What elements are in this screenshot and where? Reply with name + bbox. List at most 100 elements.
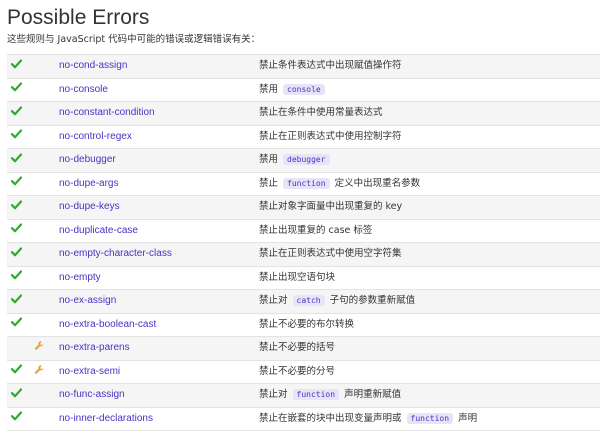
fixable-cell xyxy=(31,265,59,290)
fixable-cell xyxy=(31,148,59,172)
check-icon xyxy=(10,317,23,332)
rule-description-cell: 禁止不必要的分号 xyxy=(259,359,600,384)
rule-link[interactable]: no-inner-declarations xyxy=(59,413,153,424)
table-row: no-ex-assign 禁止对 catch 子句的参数重新赋值 xyxy=(7,289,600,313)
rule-description-text: 禁止在正则表达式中使用空字符集 xyxy=(259,248,402,260)
fixable-cell xyxy=(31,124,59,149)
fixable-cell xyxy=(31,336,59,360)
rule-description-cell: 禁止在正则表达式中使用控制字符 xyxy=(259,124,600,149)
fixable-cell xyxy=(31,383,59,407)
recommended-cell xyxy=(7,406,31,431)
rule-link[interactable]: no-extra-boolean-cast xyxy=(59,319,156,330)
rule-link[interactable]: no-cond-assign xyxy=(59,60,127,71)
table-row: no-inner-declarations 禁止在嵌套的块中出现变量声明或 fun… xyxy=(7,406,600,431)
check-icon xyxy=(10,106,23,121)
table-row: no-dupe-args 禁止 function 定义中出现重名参数 xyxy=(7,171,600,196)
check-icon xyxy=(10,176,23,191)
check-icon xyxy=(10,153,23,168)
recommended-cell xyxy=(7,242,31,266)
rule-description-text: 禁止不必要的分号 xyxy=(259,365,336,377)
rule-description-text: 禁止在嵌套的块中出现变量声明或 xyxy=(259,412,405,424)
table-row: no-dupe-keys 禁止对象字面量中出现重复的 key xyxy=(7,195,600,219)
rule-description-cell: 禁止 function 定义中出现重名参数 xyxy=(259,171,600,196)
table-row: no-extra-parens 禁止不必要的括号 xyxy=(7,336,600,360)
recommended-cell xyxy=(7,195,31,219)
table-row: no-empty 禁止出现空语句块 xyxy=(7,265,600,290)
rule-name-cell: no-extra-parens xyxy=(59,336,259,360)
rule-name-cell: no-ex-assign xyxy=(59,289,259,313)
fixable-cell xyxy=(31,406,59,431)
rule-name-cell: no-inner-declarations xyxy=(59,406,259,431)
rule-link[interactable]: no-console xyxy=(59,84,108,95)
recommended-cell xyxy=(7,383,31,407)
page-title: Possible Errors xyxy=(7,6,150,29)
rule-link[interactable]: no-debugger xyxy=(59,154,116,165)
rule-description-text: 禁止对 xyxy=(259,389,291,401)
rule-link[interactable]: no-extra-parens xyxy=(59,342,130,353)
rule-name-cell: no-cond-assign xyxy=(59,54,259,78)
rule-description-text: 禁止不必要的布尔转换 xyxy=(259,318,355,330)
check-icon xyxy=(10,270,23,285)
check-icon xyxy=(10,388,23,403)
rule-link[interactable]: no-duplicate-case xyxy=(59,225,138,236)
table-row: no-cond-assign 禁止条件表达式中出现赋值操作符 xyxy=(7,54,600,78)
check-icon xyxy=(10,411,23,426)
rule-description-text: 禁止在正则表达式中使用控制字符 xyxy=(259,130,402,142)
check-icon xyxy=(10,200,23,215)
page: Possible Errors 这些规则与 JavaScript 代码中可能的错… xyxy=(0,0,600,431)
table-row: no-control-regex 禁止在正则表达式中使用控制字符 xyxy=(7,124,600,149)
rule-link[interactable]: no-func-assign xyxy=(59,389,125,400)
rule-description-cell: 禁止出现重复的 case 标签 xyxy=(259,218,600,243)
rule-description-cell: 禁止条件表达式中出现赋值操作符 xyxy=(259,54,600,78)
rule-name-cell: no-constant-condition xyxy=(59,101,259,125)
rule-description-cell: 禁止对 function 声明重新赋值 xyxy=(259,383,600,407)
check-icon xyxy=(10,223,23,238)
fixable-cell xyxy=(31,54,59,78)
check-icon xyxy=(10,294,23,309)
check-icon xyxy=(10,364,23,379)
rule-description-cell: 禁止在嵌套的块中出现变量声明或 function 声明 xyxy=(259,406,600,431)
rule-name-cell: no-extra-semi xyxy=(59,359,259,384)
table-row: no-extra-boolean-cast 禁止不必要的布尔转换 xyxy=(7,312,600,337)
wrench-icon xyxy=(34,340,45,356)
table-row: no-func-assign 禁止对 function 声明重新赋值 xyxy=(7,383,600,407)
rule-link[interactable]: no-control-regex xyxy=(59,131,132,142)
rule-name-cell: no-dupe-keys xyxy=(59,195,259,219)
table-row: no-debugger 禁用 debugger xyxy=(7,148,600,172)
rule-link[interactable]: no-ex-assign xyxy=(59,295,116,306)
inline-code: function xyxy=(406,412,454,424)
recommended-cell xyxy=(7,289,31,313)
rule-description-cell: 禁止对象字面量中出现重复的 key xyxy=(259,195,600,219)
rule-description-cell: 禁止不必要的括号 xyxy=(259,336,600,360)
check-icon xyxy=(10,82,23,97)
rule-description-text: 禁止在条件中使用常量表达式 xyxy=(259,107,383,119)
rule-link[interactable]: no-empty-character-class xyxy=(59,248,172,259)
rule-description-text: 禁止出现重复的 case 标签 xyxy=(259,224,373,236)
check-icon xyxy=(10,129,23,144)
rule-description-cell: 禁止不必要的布尔转换 xyxy=(259,312,600,337)
rule-name-cell: no-dupe-args xyxy=(59,171,259,196)
rule-name-cell: no-control-regex xyxy=(59,124,259,149)
rule-description-text: 定义中出现重名参数 xyxy=(331,177,421,189)
rule-description-text: 禁止出现空语句块 xyxy=(259,271,336,283)
rule-link[interactable]: no-extra-semi xyxy=(59,366,120,377)
rule-description-text: 禁用 xyxy=(259,154,282,166)
rule-link[interactable]: no-dupe-keys xyxy=(59,201,120,212)
recommended-cell xyxy=(7,359,31,384)
fixable-cell xyxy=(31,218,59,243)
rule-link[interactable]: no-empty xyxy=(59,272,101,283)
rule-link[interactable]: no-constant-condition xyxy=(59,107,155,118)
rule-description-cell: 禁止在条件中使用常量表达式 xyxy=(259,101,600,125)
rule-link[interactable]: no-dupe-args xyxy=(59,178,118,189)
fixable-cell xyxy=(31,289,59,313)
rule-description-cell: 禁止在正则表达式中使用空字符集 xyxy=(259,242,600,266)
recommended-cell xyxy=(7,124,31,149)
fixable-cell xyxy=(31,312,59,337)
recommended-cell xyxy=(7,312,31,337)
inline-code: debugger xyxy=(283,154,330,166)
inline-code: console xyxy=(283,83,325,95)
recommended-cell xyxy=(7,77,31,102)
recommended-cell xyxy=(7,336,31,360)
rule-description-text: 声明重新赋值 xyxy=(341,389,402,401)
rule-description-cell: 禁用 console xyxy=(259,77,600,102)
